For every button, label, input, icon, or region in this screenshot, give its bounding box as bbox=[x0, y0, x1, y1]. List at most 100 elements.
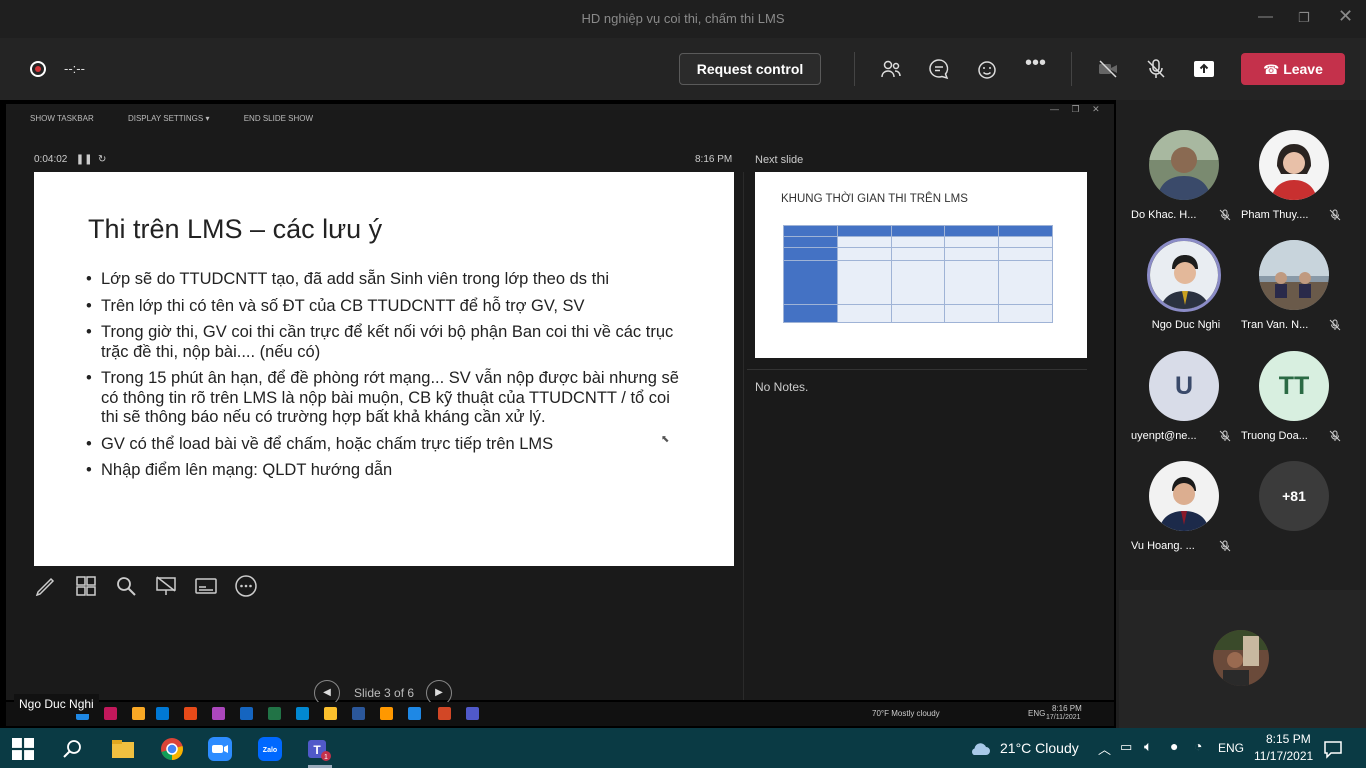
notifications-icon[interactable] bbox=[1322, 736, 1344, 762]
end-slide-show-button[interactable]: END SLIDE SHOW bbox=[244, 114, 313, 123]
chrome-icon[interactable] bbox=[159, 736, 185, 762]
meeting-timer: --:-- bbox=[64, 61, 85, 76]
taskbar-time[interactable]: 8:15 PM bbox=[1266, 732, 1311, 746]
network-icon[interactable]: ▭ bbox=[1120, 739, 1132, 755]
zoom-app-icon[interactable] bbox=[207, 736, 233, 762]
search-icon[interactable] bbox=[60, 736, 86, 762]
avatar: +81 bbox=[1259, 461, 1329, 531]
inner-date: 17/11/2021 bbox=[1046, 714, 1081, 721]
slide-bullet: Lớp sẽ do TTUDCNTT tạo, đã add sẵn Sinh … bbox=[86, 270, 686, 290]
avatar-initials: TT bbox=[1259, 351, 1329, 421]
participant-name: Do Khac. H... bbox=[1131, 209, 1197, 221]
participant-name: Tran Van. N... bbox=[1241, 319, 1309, 331]
ppt-window-controls: — ❐ ✕ bbox=[1050, 104, 1100, 114]
slide-bullets: Lớp sẽ do TTUDCNTT tạo, đã add sẵn Sinh … bbox=[86, 270, 686, 488]
windows-start-icon[interactable] bbox=[12, 738, 34, 760]
elapsed-time: 0:04:02 ❚❚ ↻ bbox=[34, 154, 107, 165]
svg-text:T: T bbox=[313, 743, 321, 757]
camera-off-icon[interactable] bbox=[1096, 57, 1120, 81]
reactions-icon[interactable] bbox=[975, 57, 999, 81]
share-tray-icon[interactable] bbox=[1192, 57, 1216, 81]
maximize-icon[interactable]: ❐ bbox=[1298, 10, 1310, 26]
pause-icon[interactable]: ❚❚ bbox=[76, 154, 93, 165]
title-bar: HD nghiệp vụ coi thi, chấm thi LMS — ❐ ✕ bbox=[0, 0, 1366, 38]
avatar: U bbox=[1149, 351, 1219, 421]
show-taskbar-button[interactable]: SHOW TASKBAR bbox=[30, 114, 94, 123]
slide-counter: Slide 3 of 6 bbox=[354, 686, 415, 700]
taskbar-date[interactable]: 11/17/2021 bbox=[1254, 749, 1313, 763]
more-options-icon[interactable]: ••• bbox=[1025, 52, 1049, 76]
next-slide-label: Next slide bbox=[755, 154, 804, 166]
presenter-menu: SHOW TASKBAR DISPLAY SETTINGS ▾ END SLID… bbox=[30, 114, 345, 123]
close-icon[interactable]: ✕ bbox=[1338, 6, 1353, 27]
slide-bullet: Trong 15 phút ân hạn, để đề phòng rớt mạ… bbox=[86, 369, 686, 428]
subtitles-icon[interactable] bbox=[194, 574, 218, 598]
file-explorer-icon[interactable] bbox=[110, 736, 136, 762]
restart-icon[interactable]: ↻ bbox=[98, 154, 106, 165]
more-participants-tile[interactable]: +81 bbox=[1239, 461, 1349, 571]
language-indicator[interactable]: ENG bbox=[1218, 741, 1244, 755]
mic-muted-icon bbox=[1219, 209, 1231, 221]
participant-tile[interactable]: TT Truong Doa... bbox=[1239, 351, 1349, 461]
phone-hangup-icon: ☎ bbox=[1263, 62, 1280, 77]
speaker-notes: No Notes. bbox=[755, 380, 809, 394]
recording-icon bbox=[30, 61, 46, 77]
minimize-icon[interactable]: — bbox=[1258, 8, 1273, 25]
participant-tile[interactable]: Ngo Duc Nghi bbox=[1129, 238, 1239, 350]
next-slide-title: KHUNG THỜI GIAN THI TRÊN LMS bbox=[781, 193, 968, 205]
presenter-name-tag: Ngo Duc Nghi bbox=[14, 694, 99, 714]
avatar-initials: U bbox=[1149, 351, 1219, 421]
display-settings-button[interactable]: DISPLAY SETTINGS ▾ bbox=[128, 114, 210, 123]
next-slide-preview[interactable]: KHUNG THỜI GIAN THI TRÊN LMS bbox=[755, 172, 1087, 358]
mic-muted-icon bbox=[1329, 430, 1341, 442]
participant-tile[interactable]: Pham Thuy.... bbox=[1239, 130, 1349, 240]
avatar bbox=[1259, 240, 1329, 310]
pen-tool-icon[interactable] bbox=[34, 574, 58, 598]
current-slide: Thi trên LMS – các lưu ý Lớp sẽ do TTUDC… bbox=[34, 172, 734, 566]
see-all-slides-icon[interactable] bbox=[74, 574, 98, 598]
leave-label: Leave bbox=[1283, 61, 1323, 77]
participants-icon[interactable] bbox=[879, 57, 903, 81]
request-control-button[interactable]: Request control bbox=[679, 53, 821, 85]
participant-name: uyenpt@ne... bbox=[1131, 430, 1197, 442]
teams-icon[interactable]: T1 bbox=[306, 736, 332, 762]
slide-title: Thi trên LMS – các lưu ý bbox=[88, 214, 383, 244]
slide-bullet: Trên lớp thi có tên và số ĐT của CB TTUD… bbox=[86, 297, 686, 317]
weather-cloud-icon bbox=[972, 743, 990, 755]
microphone-icon[interactable]: ● bbox=[1170, 738, 1178, 754]
volume-icon[interactable]: 🔈︎ bbox=[1144, 738, 1152, 755]
participant-tile[interactable]: Do Khac. H... bbox=[1129, 130, 1239, 240]
participant-tile[interactable]: Tran Van. N... bbox=[1239, 240, 1349, 350]
mic-muted-icon bbox=[1329, 319, 1341, 331]
black-screen-icon[interactable] bbox=[154, 574, 178, 598]
zalo-icon[interactable]: Zalo bbox=[257, 736, 283, 762]
participant-name: Ngo Duc Nghi bbox=[1151, 319, 1221, 331]
avatar bbox=[1149, 130, 1219, 200]
svg-text:Zalo: Zalo bbox=[263, 747, 277, 754]
self-view-avatar[interactable] bbox=[1213, 630, 1269, 686]
leave-button[interactable]: ☎ Leave bbox=[1241, 53, 1345, 85]
slide-bullet: Trong giờ thi, GV coi thi cần trực để kế… bbox=[86, 323, 686, 362]
presenter-clock: 8:16 PM bbox=[695, 154, 733, 165]
slide-bullet: GV có thể load bài về để chấm, hoặc chấm… bbox=[86, 435, 686, 455]
more-participants-count: +81 bbox=[1259, 461, 1329, 531]
wifi-icon[interactable]: ◔ bbox=[1194, 738, 1202, 754]
show-hidden-icons-icon[interactable]: ︿ bbox=[1098, 739, 1111, 758]
mouse-cursor-icon: ⬉ bbox=[661, 434, 670, 445]
participant-tile[interactable]: Vu Hoang. ... bbox=[1129, 461, 1239, 571]
inner-language: ENG bbox=[1028, 709, 1046, 718]
zoom-icon[interactable] bbox=[114, 574, 138, 598]
mic-off-icon[interactable] bbox=[1144, 57, 1168, 81]
mic-muted-icon bbox=[1329, 209, 1341, 221]
participant-name: Vu Hoang. ... bbox=[1131, 540, 1195, 552]
chat-icon[interactable] bbox=[927, 57, 951, 81]
svg-text:1: 1 bbox=[324, 754, 328, 761]
shared-taskbar: 70°F Mostly cloudy ENG 8:16 PM 17/11/202… bbox=[6, 702, 1114, 726]
mic-muted-icon bbox=[1219, 540, 1231, 552]
mic-muted-icon bbox=[1219, 430, 1231, 442]
avatar bbox=[1149, 461, 1219, 531]
participant-tile[interactable]: U uyenpt@ne... bbox=[1129, 351, 1239, 461]
more-slideshow-options-icon[interactable] bbox=[234, 574, 258, 598]
slide-bullet: Nhập điểm lên mạng: QLDT hướng dẫn bbox=[86, 461, 686, 481]
taskbar-weather[interactable]: 21°C Cloudy bbox=[1000, 740, 1079, 756]
